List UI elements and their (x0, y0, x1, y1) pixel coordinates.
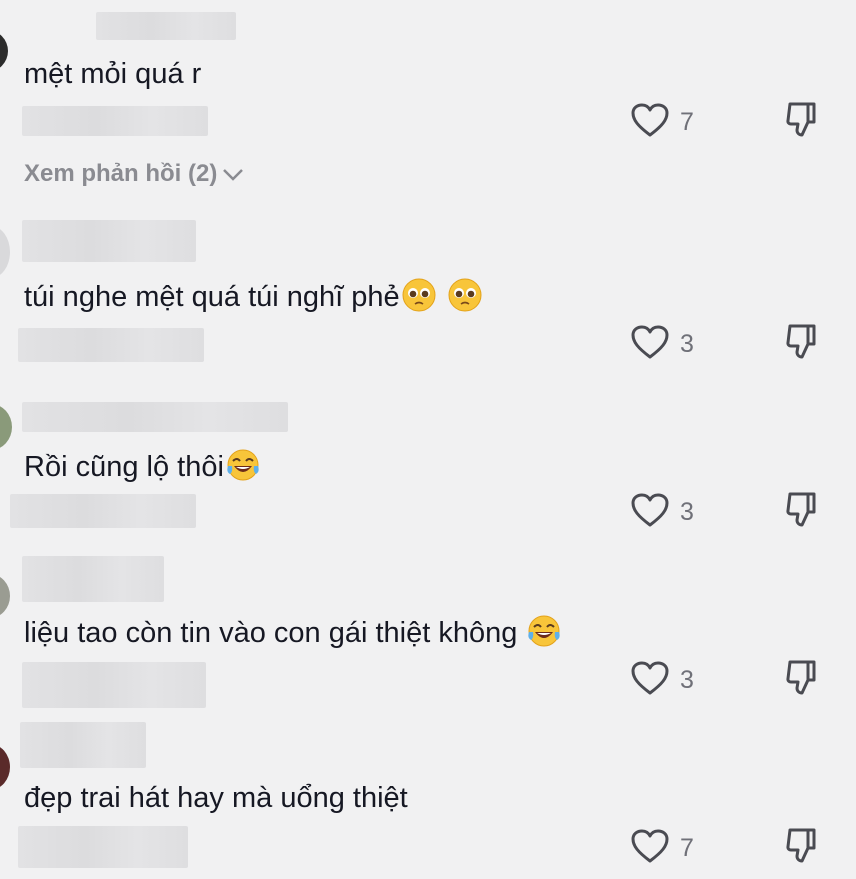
heart-icon[interactable] (630, 324, 670, 360)
avatar[interactable] (0, 744, 10, 790)
comment-text: đẹp trai hát hay mà uổng thiệt (24, 782, 408, 814)
username-blurred (22, 220, 196, 262)
heart-icon[interactable] (630, 828, 670, 864)
tears-of-joy-icon (528, 615, 561, 647)
heart-icon[interactable] (630, 102, 670, 138)
meta-blurred (18, 826, 188, 868)
heart-icon[interactable] (630, 660, 670, 696)
username-blurred (96, 12, 236, 40)
comment-text: Rồi cũng lộ thôi (24, 448, 260, 485)
dislike-icon[interactable] (784, 100, 822, 140)
like-count: 3 (680, 330, 694, 358)
avatar[interactable] (0, 574, 10, 618)
avatar[interactable] (0, 404, 12, 450)
like-count: 7 (680, 108, 694, 136)
pleading-face-icon (448, 278, 482, 312)
comment-text: mệt mỏi quá r (24, 58, 202, 90)
like-count: 3 (680, 498, 694, 526)
meta-blurred (18, 328, 204, 362)
comment-text: túi nghe mệt quá túi nghĩ phẻ (24, 278, 482, 315)
meta-blurred (10, 494, 196, 528)
heart-icon[interactable] (630, 492, 670, 528)
username-blurred (22, 556, 164, 602)
dislike-icon[interactable] (784, 826, 822, 866)
dislike-icon[interactable] (784, 490, 822, 530)
like-count: 3 (680, 666, 694, 694)
meta-blurred (22, 662, 206, 708)
meta-blurred (22, 106, 208, 136)
pleading-face-icon (402, 278, 436, 312)
tears-of-joy-icon (227, 449, 259, 481)
username-blurred (22, 402, 288, 432)
chevron-down-icon (223, 169, 244, 181)
view-replies-button[interactable]: Xem phản hồi (2) (24, 160, 245, 188)
like-count: 7 (680, 834, 694, 862)
dislike-icon[interactable] (784, 658, 822, 698)
avatar[interactable] (0, 226, 10, 278)
username-blurred (20, 722, 146, 768)
avatar[interactable] (0, 30, 8, 72)
comment-text: liệu tao còn tin vào con gái thiệt không (24, 614, 561, 651)
dislike-icon[interactable] (784, 322, 822, 362)
